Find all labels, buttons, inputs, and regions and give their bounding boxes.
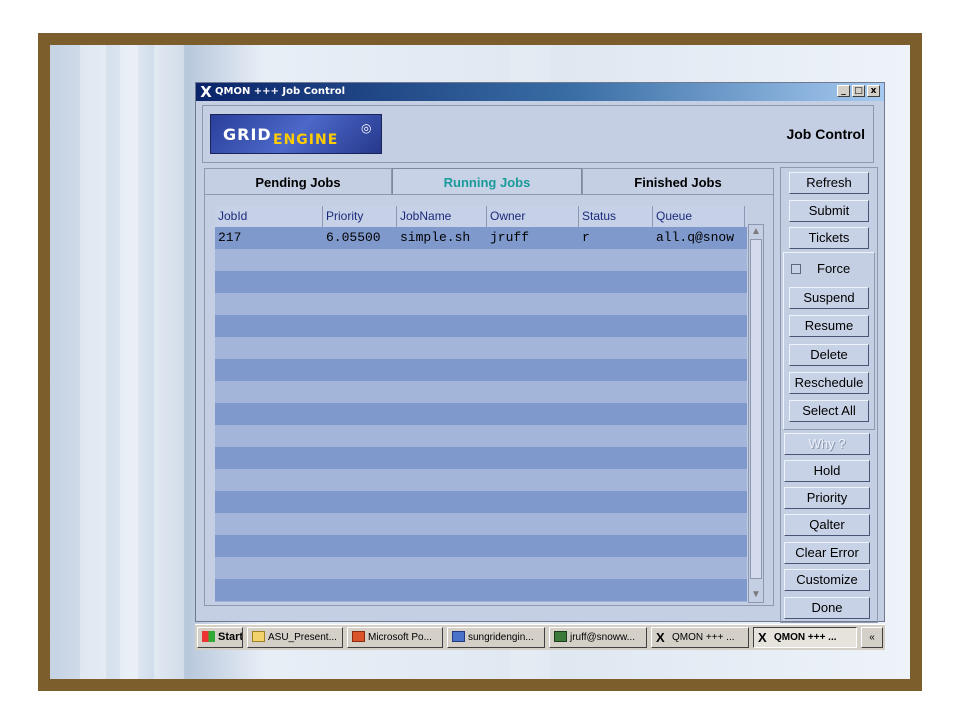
- taskbar-item-asu[interactable]: ASU_Present...: [247, 627, 343, 648]
- table-row[interactable]: [215, 469, 747, 491]
- terminal-icon: [554, 631, 567, 642]
- vertical-scrollbar[interactable]: ▲ ▼: [748, 224, 764, 603]
- customize-button[interactable]: Customize: [784, 569, 870, 591]
- start-label: Start: [218, 631, 243, 643]
- windows-logo-icon: [202, 631, 215, 642]
- column-owner[interactable]: Owner: [487, 206, 579, 227]
- column-status[interactable]: Status: [579, 206, 653, 227]
- taskbar-item-label: QMON +++ ...: [672, 632, 735, 643]
- tickets-button[interactable]: Tickets: [789, 227, 869, 249]
- refresh-button[interactable]: Refresh: [789, 172, 869, 194]
- taskbar: Start ASU_Present... Microsoft Po... sun…: [195, 624, 885, 650]
- cell-status: r: [582, 230, 590, 245]
- taskbar-item-label: jruff@snoww...: [570, 632, 635, 643]
- table-row[interactable]: [215, 249, 747, 271]
- table-row[interactable]: [215, 381, 747, 403]
- close-button[interactable]: x: [867, 85, 880, 97]
- maximize-button[interactable]: □: [852, 85, 865, 97]
- cell-priority: 6.05500: [326, 230, 381, 245]
- taskbar-item-powerpoint[interactable]: Microsoft Po...: [347, 627, 443, 648]
- delete-button[interactable]: Delete: [789, 344, 869, 366]
- taskbar-item-terminal[interactable]: jruff@snoww...: [549, 627, 647, 648]
- hold-button[interactable]: Hold: [784, 460, 870, 482]
- table-row[interactable]: [215, 425, 747, 447]
- table-row[interactable]: [215, 491, 747, 513]
- scroll-up-icon[interactable]: ▲: [751, 227, 761, 237]
- tab-finished-jobs[interactable]: Finished Jobs: [582, 168, 774, 195]
- table-row[interactable]: [215, 337, 747, 359]
- qalter-button[interactable]: Qalter: [784, 514, 870, 536]
- tab-running-jobs[interactable]: Running Jobs: [392, 168, 582, 195]
- taskbar-item-qmon-2[interactable]: X QMON +++ ...: [753, 627, 857, 648]
- clear-error-button[interactable]: Clear Error: [784, 542, 870, 564]
- minimize-button[interactable]: _: [837, 85, 850, 97]
- table-row[interactable]: [215, 293, 747, 315]
- window-title: QMON +++ Job Control: [215, 86, 345, 97]
- select-all-button[interactable]: Select All: [789, 400, 869, 422]
- column-queue[interactable]: Queue: [653, 206, 745, 227]
- logo-engine-text: ENGINE: [273, 132, 339, 148]
- taskbar-item-label: sungridengin...: [468, 632, 534, 643]
- start-button[interactable]: Start: [197, 627, 243, 648]
- folder-icon: [252, 631, 265, 642]
- submit-button[interactable]: Submit: [789, 200, 869, 222]
- taskbar-item-word[interactable]: sungridengin...: [447, 627, 545, 648]
- x-window-icon: X: [758, 630, 767, 645]
- priority-button[interactable]: Priority: [784, 487, 870, 509]
- checkbox-icon[interactable]: [791, 264, 801, 274]
- table-row[interactable]: [215, 557, 747, 579]
- force-label: Force: [817, 261, 851, 276]
- grid-engine-logo: GRID ENGINE ◎: [210, 114, 382, 154]
- reschedule-button[interactable]: Reschedule: [789, 372, 869, 394]
- cell-jobid: 217: [218, 230, 242, 245]
- word-document-icon: [452, 631, 465, 642]
- x-window-icon: X: [656, 630, 665, 645]
- taskbar-item-label: Microsoft Po...: [368, 632, 432, 643]
- tab-pending-jobs[interactable]: Pending Jobs: [204, 168, 392, 195]
- jobs-table: JobId Priority JobName Owner Status Queu…: [215, 206, 747, 602]
- table-row[interactable]: [215, 535, 747, 557]
- tab-bar: Pending Jobs Running Jobs Finished Jobs: [204, 168, 774, 195]
- logo-swirl-icon: ◎: [361, 121, 372, 135]
- page-title: Job Control: [786, 126, 865, 142]
- column-jobname[interactable]: JobName: [397, 206, 487, 227]
- done-button[interactable]: Done: [784, 597, 870, 619]
- table-row[interactable]: [215, 403, 747, 425]
- suspend-button[interactable]: Suspend: [789, 287, 869, 309]
- powerpoint-icon: [352, 631, 365, 642]
- table-row[interactable]: 217 6.05500 simple.sh jruff r all.q@snow: [215, 227, 747, 249]
- table-row[interactable]: [215, 447, 747, 469]
- scroll-down-icon[interactable]: ▼: [751, 590, 761, 600]
- force-checkbox[interactable]: Force: [789, 259, 869, 279]
- column-jobid[interactable]: JobId: [215, 206, 323, 227]
- scrollbar-thumb[interactable]: [750, 239, 762, 579]
- taskbar-item-label: ASU_Present...: [268, 632, 337, 643]
- taskbar-item-label: QMON +++ ...: [774, 632, 837, 643]
- header-panel: GRID ENGINE ◎ Job Control: [202, 105, 874, 163]
- table-header: JobId Priority JobName Owner Status Queu…: [215, 206, 747, 227]
- table-row[interactable]: [215, 513, 747, 535]
- taskbar-overflow-button[interactable]: «: [861, 627, 883, 648]
- table-row[interactable]: [215, 359, 747, 381]
- x-window-icon: X: [200, 83, 212, 101]
- cell-jobname: simple.sh: [400, 230, 471, 245]
- title-bar[interactable]: X QMON +++ Job Control _ □ x: [196, 83, 884, 101]
- cell-queue: all.q@snow: [656, 230, 735, 245]
- column-priority[interactable]: Priority: [323, 206, 397, 227]
- taskbar-item-qmon-1[interactable]: X QMON +++ ...: [651, 627, 749, 648]
- resume-button[interactable]: Resume: [789, 315, 869, 337]
- table-row[interactable]: [215, 271, 747, 293]
- table-row[interactable]: [215, 315, 747, 337]
- job-control-window: X QMON +++ Job Control _ □ x GRID ENGINE…: [195, 82, 885, 623]
- why-button[interactable]: Why ?: [784, 433, 870, 455]
- table-row[interactable]: [215, 579, 747, 601]
- logo-grid-text: GRID: [223, 125, 272, 144]
- cell-owner: jruff: [490, 230, 530, 245]
